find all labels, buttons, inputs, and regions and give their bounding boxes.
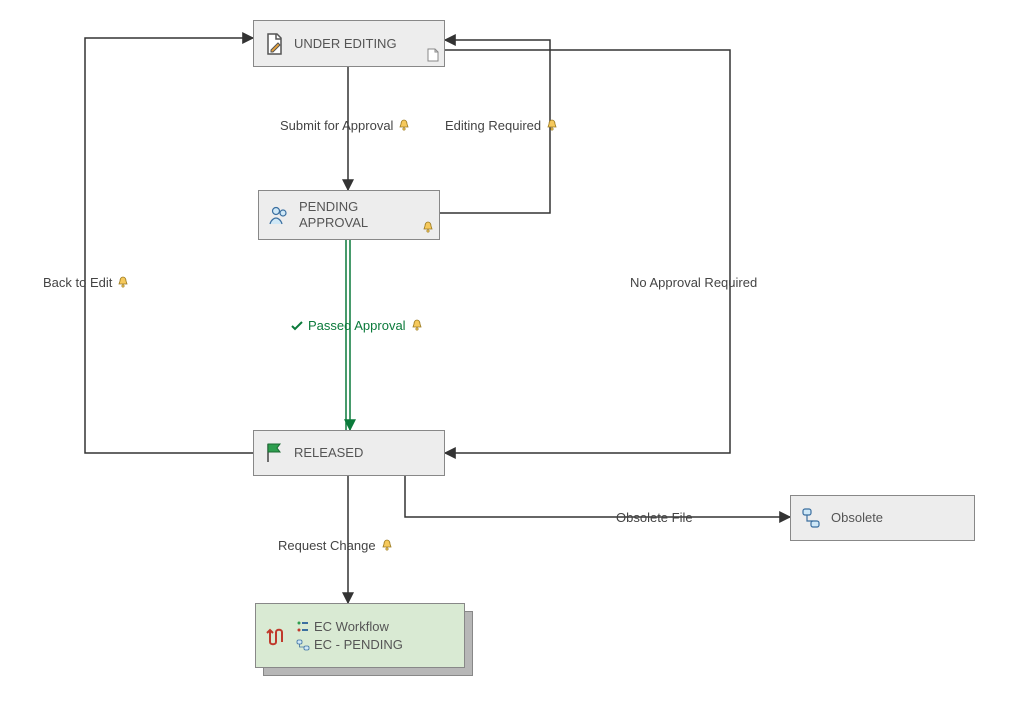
state-label: RELEASED: [294, 445, 363, 461]
ec-line2: EC - PENDING: [314, 637, 403, 652]
bell-icon: [116, 276, 130, 290]
edge-text: Request Change: [278, 538, 376, 553]
state-label: UNDER EDITING: [294, 36, 397, 52]
bell-icon: [545, 119, 559, 133]
state-obsolete[interactable]: Obsolete: [790, 495, 975, 541]
bell-icon: [421, 221, 435, 235]
edge-passed-approval: Passed Approval: [290, 318, 424, 333]
state-ec-workflow[interactable]: EC Workflow EC - PENDING: [255, 603, 465, 668]
bell-icon: [397, 119, 411, 133]
edge-request-change: Request Change: [278, 538, 394, 553]
bell-icon: [380, 539, 394, 553]
workflow-diagram: UNDER EDITING PENDING APPROVAL RELEASED …: [0, 0, 1024, 710]
state-pending-approval[interactable]: PENDING APPROVAL: [258, 190, 440, 240]
state-label: Obsolete: [831, 510, 883, 526]
edge-no-approval-required: No Approval Required: [630, 275, 757, 290]
edge-text: Obsolete File: [616, 510, 693, 525]
state-label: PENDING APPROVAL: [299, 199, 368, 230]
edge-editing-required: Editing Required: [445, 118, 559, 133]
state-released[interactable]: RELEASED: [253, 430, 445, 476]
document-corner-icon: [426, 48, 440, 62]
edge-back-to-edit: Back to Edit: [43, 275, 130, 290]
flag-icon: [262, 441, 286, 465]
loop-icon: [264, 624, 288, 648]
edit-document-icon: [262, 32, 286, 56]
edge-text: Back to Edit: [43, 275, 112, 290]
ec-line1: EC Workflow: [314, 619, 389, 634]
state-under-editing[interactable]: UNDER EDITING: [253, 20, 445, 67]
edge-obsolete-file: Obsolete File: [616, 510, 693, 525]
people-icon: [267, 203, 291, 227]
edge-submit-for-approval: Submit for Approval: [280, 118, 411, 133]
connector-lines: [0, 0, 1024, 710]
bell-icon: [410, 319, 424, 333]
edge-text: Editing Required: [445, 118, 541, 133]
check-icon: [290, 319, 304, 333]
workflow-icon: [799, 506, 823, 530]
edge-text: Passed Approval: [308, 318, 406, 333]
edge-text: Submit for Approval: [280, 118, 393, 133]
list-icon: [296, 620, 310, 634]
workflow-small-icon: [296, 638, 310, 652]
edge-text: No Approval Required: [630, 275, 757, 290]
